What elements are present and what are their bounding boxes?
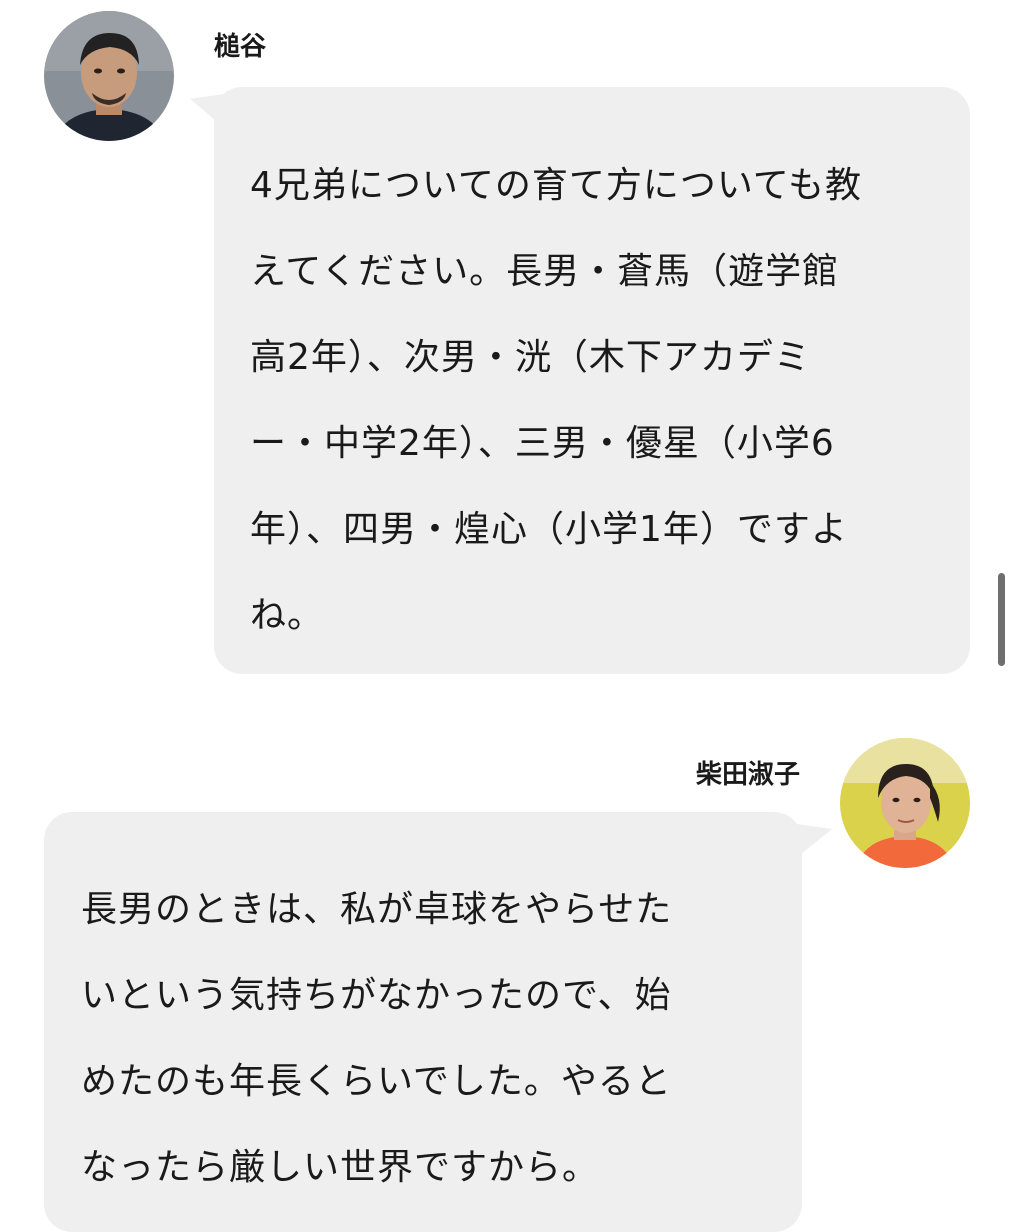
chat-bubble: 4兄弟についての育て方についても教 えてください。長男・蒼馬（遊学館 高2年）、… bbox=[214, 87, 970, 674]
message-text: 長男のときは、私が卓球をやらせた いという気持ちがなかったので、始 めたのも年長… bbox=[81, 867, 762, 1211]
message-line: 4兄弟についての育て方についても教 bbox=[250, 165, 862, 206]
message-line: ー・中学2年）、三男・優星（小学6 bbox=[250, 423, 835, 464]
scrollbar-thumb[interactable] bbox=[998, 573, 1005, 666]
message-line: めたのも年長くらいでした。やると bbox=[81, 1061, 672, 1102]
message-line: いという気持ちがなかったので、始 bbox=[81, 975, 672, 1016]
message-line: 長男のときは、私が卓球をやらせた bbox=[81, 889, 673, 930]
message-line: 高2年）、次男・洸（木下アカデミ bbox=[250, 337, 811, 378]
message-line: 年）、四男・煌心（小学1年）ですよ bbox=[250, 509, 848, 550]
message-text: 4兄弟についての育て方についても教 えてください。長男・蒼馬（遊学館 高2年）、… bbox=[250, 143, 940, 659]
message-line: なったら厳しい世界ですから。 bbox=[81, 1147, 600, 1188]
speaker-avatar-shibata bbox=[840, 738, 970, 868]
speaker-name: 柴田淑子 bbox=[695, 760, 800, 790]
speaker-name: 槌谷 bbox=[214, 32, 267, 62]
speaker-avatar-tsuchiya bbox=[44, 11, 174, 141]
message-line: えてください。長男・蒼馬（遊学館 bbox=[250, 251, 840, 292]
message-line: ね。 bbox=[250, 595, 325, 636]
chat-bubble: 長男のときは、私が卓球をやらせた いという気持ちがなかったので、始 めたのも年長… bbox=[44, 812, 802, 1232]
